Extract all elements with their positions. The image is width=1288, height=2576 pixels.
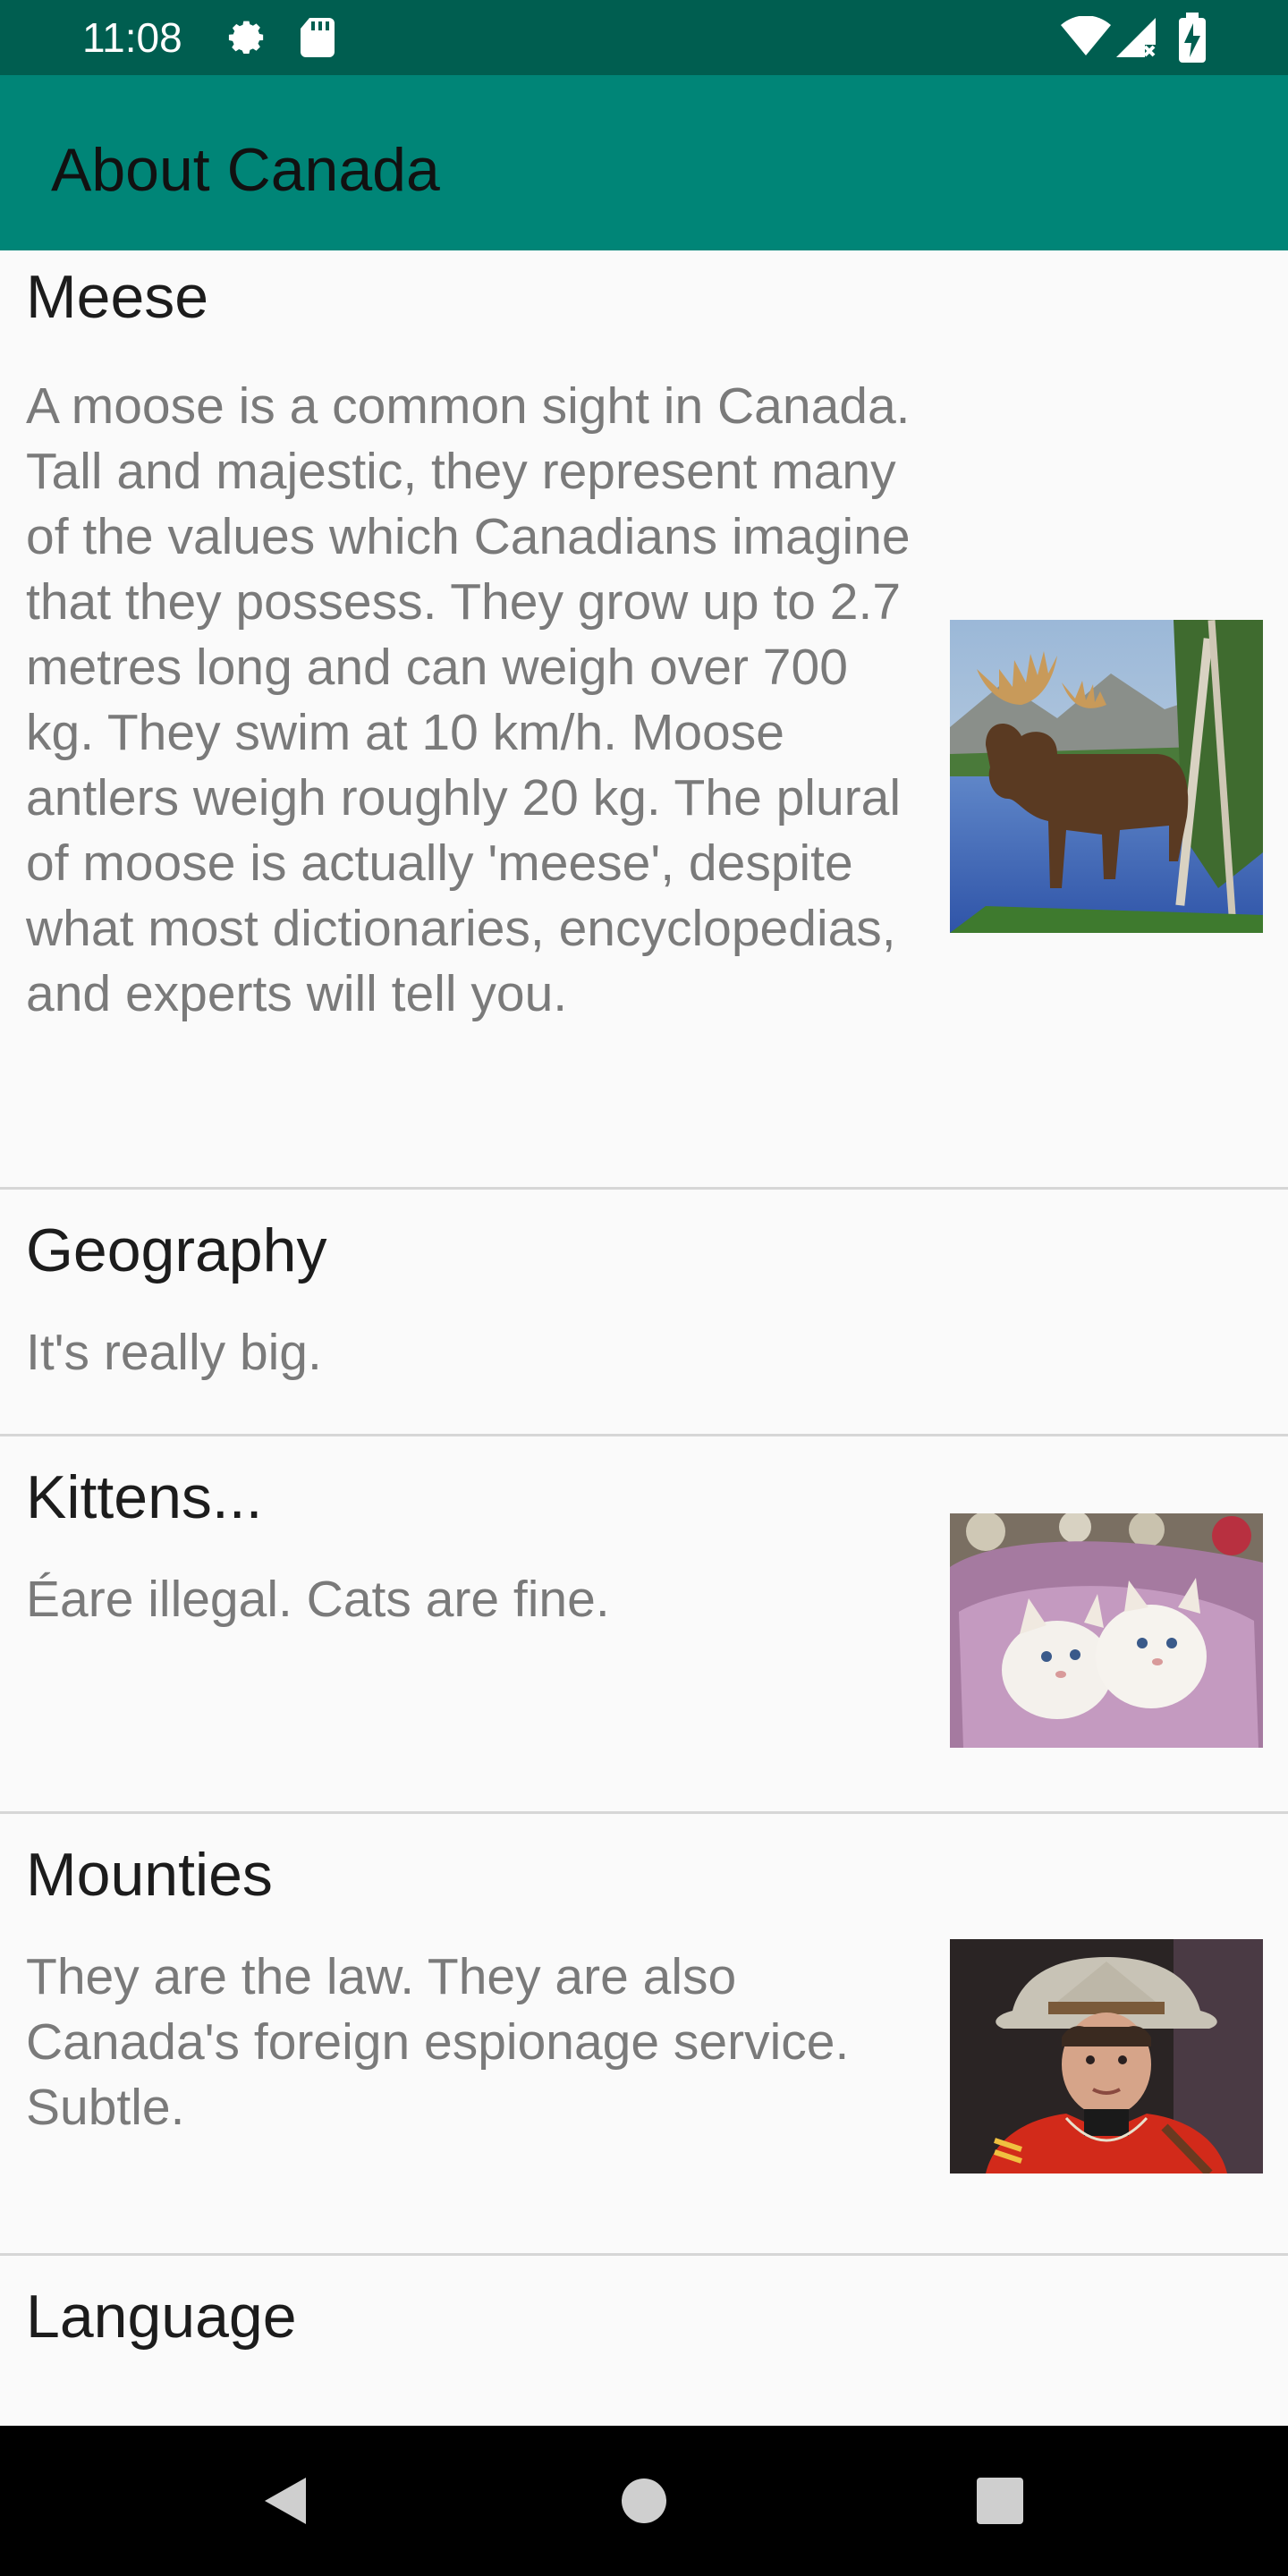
list-item-title: Geography [26,1216,327,1284]
mountie-photo [950,1939,1263,2174]
gear-icon [227,18,268,64]
list-item-mounties[interactable]: Mounties They are the law. They are also… [0,1814,1288,2253]
app-bar: About Canada [0,75,1288,250]
list-item-body: A moose is a common sight in Canada. Tal… [26,377,911,1022]
home-icon[interactable] [608,2465,680,2537]
battery-charging-icon [1179,13,1206,67]
list-item-body: Éare illegal. Cats are fine. [26,1571,610,1628]
list-item-body: It's really big. [26,1324,322,1381]
back-icon[interactable] [250,2465,322,2537]
list-item-title: Meese [26,263,209,331]
list-item-kittens[interactable]: Kittens... Éare illegal. Cats are fine. [0,1436,1288,1811]
cell-signal-icon [1116,18,1157,62]
moose-photo [950,620,1263,933]
list-item-language[interactable]: Language [0,2256,1288,2426]
kittens-photo [950,1513,1263,1748]
facts-list[interactable]: Meese A moose is a common sight in Canad… [0,250,1288,2426]
wifi-icon [1061,15,1111,62]
recents-icon[interactable] [964,2465,1036,2537]
page-title: About Canada [51,136,440,204]
list-item-title: Language [26,2283,297,2351]
list-item-body: They are the law. They are also Canada's… [26,1948,850,2136]
list-item-title: Kittens... [26,1463,263,1531]
list-item-meese[interactable]: Meese A moose is a common sight in Canad… [0,250,1288,1187]
status-time: 11:08 [82,14,182,61]
list-item-title: Mounties [26,1841,273,1909]
sd-card-icon [299,16,336,64]
list-item-geography[interactable]: Geography It's really big. [0,1190,1288,1434]
status-bar: 11:08 [0,0,1288,75]
navigation-bar [0,2426,1288,2576]
